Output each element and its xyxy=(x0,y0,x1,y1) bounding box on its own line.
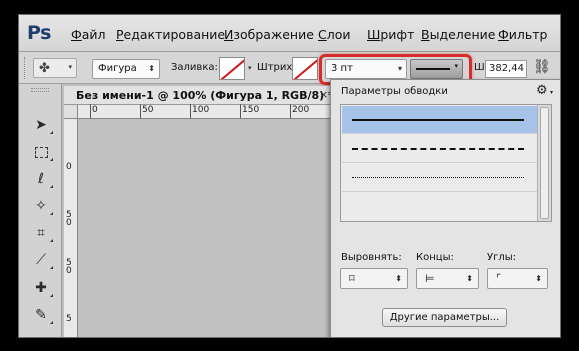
panel-title: Параметры обводки xyxy=(341,86,448,97)
canvas-area[interactable] xyxy=(79,120,332,337)
horizontal-ruler[interactable]: 0 50 100 150 200 xyxy=(64,104,332,119)
cap-butt-icon: ⊨ xyxy=(425,272,435,285)
link-icon[interactable]: ⛓ xyxy=(533,59,551,75)
updown-icon: ⬍ xyxy=(466,274,473,283)
stroke-label: Штрих: xyxy=(257,62,296,73)
mode-select[interactable]: Фигура ⬍ xyxy=(92,59,160,79)
chevron-down-icon[interactable]: ▾ xyxy=(550,89,553,96)
solid-line-icon xyxy=(352,119,524,121)
width-input[interactable]: 382,44 xyxy=(485,60,527,78)
align-select[interactable]: ⌑ ⬍ xyxy=(340,268,408,289)
ruler-label: 0 xyxy=(66,162,72,172)
ruler-label: 100 xyxy=(192,105,210,115)
vertical-ruler[interactable]: 0 5 0 5 0 5 xyxy=(64,119,78,337)
align-label: Выровнять: xyxy=(341,252,402,263)
list-scrollbar[interactable] xyxy=(537,105,551,221)
scrollbar-thumb[interactable] xyxy=(540,107,549,219)
lasso-icon[interactable]: ℓ xyxy=(29,168,53,190)
updown-icon: ⬍ xyxy=(395,274,402,283)
menu-file[interactable]: Файл xyxy=(71,27,106,42)
ruler-label: 50 xyxy=(142,105,154,115)
corners-label: Углы: xyxy=(487,252,517,263)
marquee-icon[interactable] xyxy=(29,141,53,163)
eyedropper-icon[interactable]: ⟋ xyxy=(29,249,53,271)
menu-image[interactable]: Изображение xyxy=(224,27,314,42)
stroke-style-list xyxy=(340,104,552,222)
fill-label: Заливка: xyxy=(171,62,218,73)
ruler-label: 200 xyxy=(292,105,310,115)
menu-edit[interactable]: Редактирование xyxy=(116,27,225,42)
app-logo: Ps xyxy=(27,22,51,44)
stroke-style-dotted[interactable] xyxy=(342,164,538,192)
document-tab[interactable]: Без имени-1 @ 100% (Фигура 1, RGB/8) * × xyxy=(64,86,334,105)
dashed-line-icon xyxy=(352,148,524,150)
crop-icon[interactable]: ⌗ xyxy=(29,222,53,244)
chevron-down-icon[interactable]: ▾ xyxy=(248,64,252,72)
ruler-label: 150 xyxy=(242,105,260,115)
tool-preset-picker[interactable]: ✤ ▾ xyxy=(33,58,77,78)
updown-icon: ⬍ xyxy=(148,64,155,73)
more-options-button[interactable]: Другие параметры... xyxy=(382,308,507,327)
stroke-style-solid[interactable] xyxy=(342,106,538,134)
close-icon[interactable]: × xyxy=(319,88,328,101)
magic-wand-icon[interactable]: ✧ xyxy=(29,195,53,217)
chevron-down-icon: ▾ xyxy=(68,63,72,71)
ruler-origin[interactable] xyxy=(64,105,78,119)
brush-icon[interactable]: ✎ xyxy=(29,304,53,326)
fill-swatch[interactable] xyxy=(219,57,245,80)
stroke-options-panel: Параметры обводки ⚙ ▾ Выровнять: Концы: … xyxy=(330,79,560,337)
ruler-label: 0 xyxy=(92,105,98,115)
healing-brush-icon[interactable]: ✚ xyxy=(29,277,53,299)
stroke-style-dashed[interactable] xyxy=(342,135,538,163)
tools-panel: ➤ ℓ ✧ ⌗ ⟋ ✚ ✎ xyxy=(19,84,62,337)
gear-icon[interactable]: ⚙ xyxy=(536,83,548,98)
tools-panel-grip[interactable] xyxy=(31,88,49,92)
menu-filter[interactable]: Фильтр xyxy=(498,27,547,42)
corner-miter-icon: ⌜ xyxy=(496,272,502,285)
custom-shape-icon: ✤ xyxy=(39,61,50,76)
menu-select[interactable]: Выделение xyxy=(421,27,495,42)
photoshop-window: Ps Файл Редактирование Изображение Слои … xyxy=(18,14,561,338)
menu-layers[interactable]: Слои xyxy=(318,27,351,42)
updown-icon: ⬍ xyxy=(535,274,542,283)
menu-bar: Ps Файл Редактирование Изображение Слои … xyxy=(19,15,560,52)
caps-select[interactable]: ⊨ ⬍ xyxy=(416,268,479,289)
ruler-label: 0 xyxy=(66,218,72,228)
move-icon[interactable]: ➤ xyxy=(29,114,53,136)
ruler-label: 5 xyxy=(66,314,72,324)
caps-label: Концы: xyxy=(416,252,454,263)
align-inside-icon: ⌑ xyxy=(349,272,355,285)
corners-select[interactable]: ⌜ ⬍ xyxy=(487,268,548,289)
options-bar-grip[interactable] xyxy=(24,57,28,79)
menu-type[interactable]: Шрифт xyxy=(367,27,414,42)
dotted-line-icon xyxy=(352,177,524,178)
ruler-label: 0 xyxy=(66,266,72,276)
stroke-swatch[interactable] xyxy=(292,57,318,80)
document-title: Без имени-1 @ 100% (Фигура 1, RGB/8) * xyxy=(76,89,334,102)
